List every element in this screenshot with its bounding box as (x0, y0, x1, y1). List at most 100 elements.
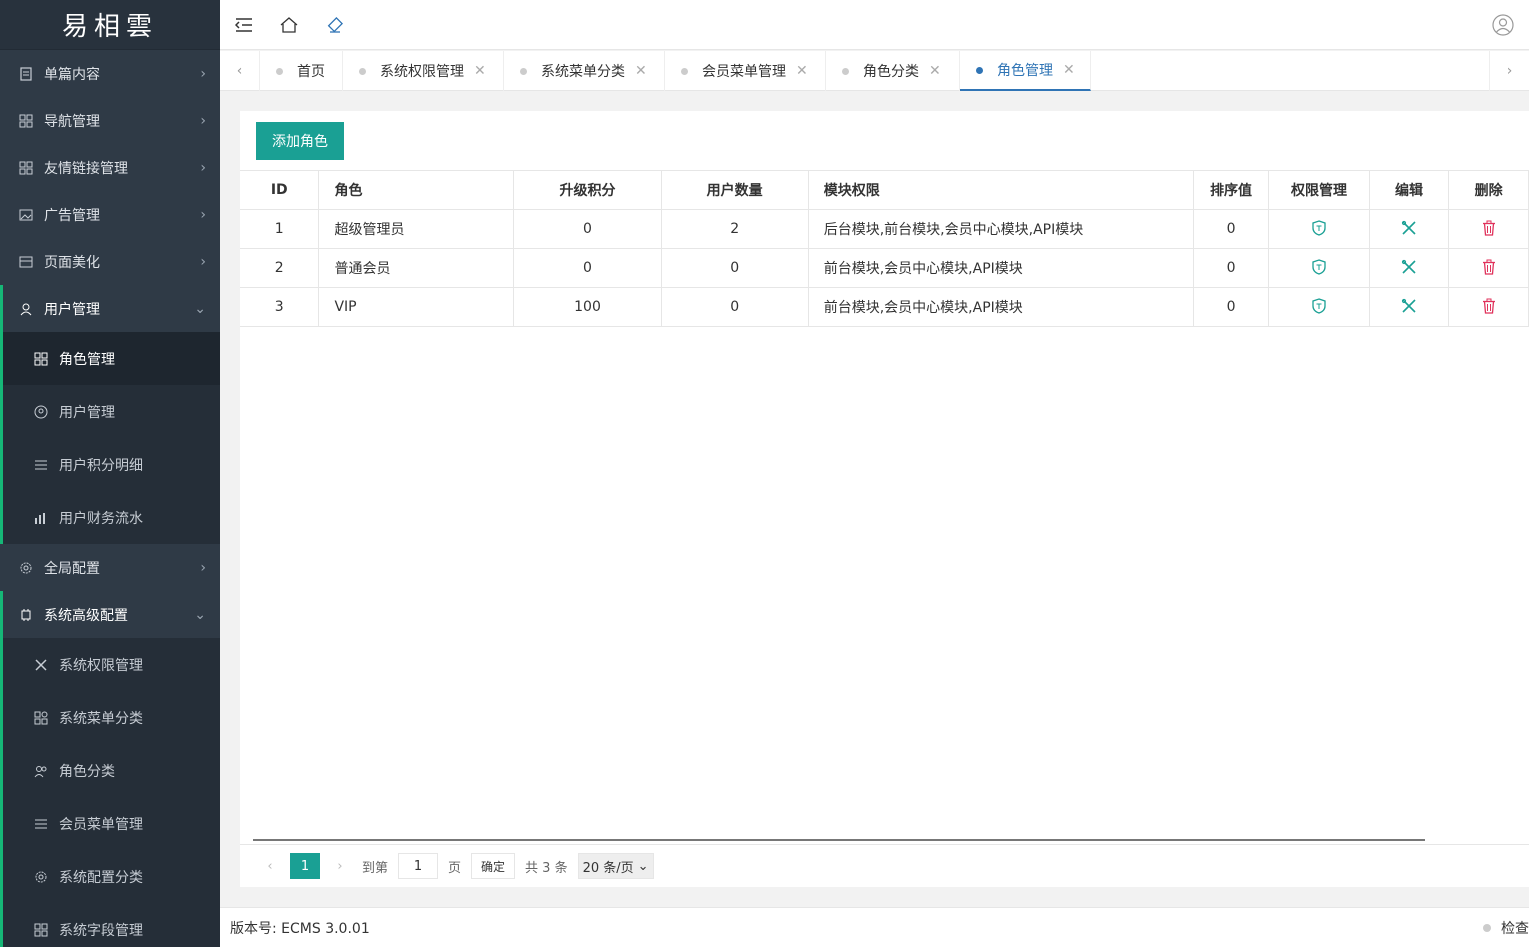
sidebar-item-label: 角色分类 (59, 763, 115, 780)
sidebar-item-friend-links[interactable]: 友情链接管理 › (0, 144, 220, 191)
tab-home[interactable]: 首页 (260, 51, 343, 91)
cell-role: 超级管理员 (318, 209, 515, 249)
sidebar-item-label: 导航管理 (44, 113, 100, 130)
add-role-button[interactable]: 添加角色 (256, 122, 344, 160)
tab-scroll-left-icon[interactable]: ‹ (220, 51, 260, 91)
confirm-button[interactable]: 确定 (471, 853, 516, 879)
status-dot (1483, 923, 1491, 932)
trash-icon[interactable] (1480, 219, 1498, 237)
shield-icon[interactable] (1310, 258, 1328, 276)
shield-icon[interactable] (1310, 219, 1328, 237)
tab-role-management[interactable]: 角色管理 ✕ (960, 51, 1091, 91)
edit-tools-icon[interactable] (1400, 219, 1418, 237)
sidebar-item-global-config[interactable]: 全局配置 › (0, 544, 220, 591)
user-icon (18, 301, 34, 317)
tab-label: 系统菜单分类 (541, 64, 625, 80)
cell-edit (1369, 248, 1450, 288)
sidebar-item-ads[interactable]: 广告管理 › (0, 191, 220, 238)
sidebar-item-config-category[interactable]: 系统配置分类 (3, 850, 220, 903)
cell-permission (1268, 209, 1370, 249)
sidebar-item-user-finance[interactable]: 用户财务流水 (3, 491, 220, 544)
cell-users: 0 (661, 248, 809, 288)
role-table: ID 角色 升级积分 用户数量 模块权限 排序值 权限管理 编辑 删除 1 超级… (240, 170, 1529, 327)
cell-users: 2 (661, 209, 809, 249)
sidebar-item-label: 角色管理 (59, 351, 115, 368)
current-page[interactable]: 1 (290, 853, 320, 879)
horizontal-scrollbar[interactable] (253, 839, 1425, 841)
table-row[interactable]: 1 超级管理员 0 2 后台模块,前台模块,会员中心模块,API模块 0 (240, 209, 1529, 249)
tab-scroll-right-icon[interactable]: › (1489, 51, 1529, 91)
content-card: 添加角色 ID 角色 升级积分 用户数量 模块权限 排序值 权限管理 编辑 删除… (240, 111, 1529, 887)
footer: 版本号: ECMS 3.0.01 检查 (220, 907, 1529, 947)
shield-icon[interactable] (1310, 297, 1328, 315)
cell-modules: 前台模块,会员中心模块,API模块 (808, 287, 1194, 327)
col-header[interactable]: 用户数量 (661, 170, 809, 210)
user-avatar-icon[interactable] (1491, 13, 1515, 37)
sidebar-item-label: 用户管理 (59, 404, 115, 421)
chevron-right-icon: › (200, 559, 206, 576)
sidebar-item-role-category[interactable]: 角色分类 (3, 744, 220, 797)
next-page-icon[interactable]: › (328, 859, 352, 874)
sidebar-item-users[interactable]: 用户管理 (3, 385, 220, 438)
home-icon[interactable] (277, 13, 301, 37)
col-header[interactable]: 排序值 (1193, 170, 1270, 210)
chevron-down-icon: ⌄ (194, 606, 206, 623)
sidebar-item-nav-management[interactable]: 导航管理 › (0, 97, 220, 144)
col-header[interactable]: 角色 (318, 170, 515, 210)
tab-label: 系统权限管理 (380, 64, 464, 80)
close-icon[interactable]: ✕ (1063, 62, 1075, 78)
grid-icon (18, 160, 34, 176)
sidebar-item-page-style[interactable]: 页面美化 › (0, 238, 220, 285)
close-icon[interactable]: ✕ (474, 63, 486, 79)
close-icon[interactable]: ✕ (929, 63, 941, 79)
trash-icon[interactable] (1480, 258, 1498, 276)
top-header (220, 0, 1529, 50)
col-header[interactable]: ID (240, 170, 320, 210)
sidebar-item-advanced-config[interactable]: 系统高级配置 ⌄ (0, 591, 220, 638)
goto-page-input[interactable] (398, 853, 439, 879)
tab-dot (520, 67, 527, 75)
table-row[interactable]: 3 VIP 100 0 前台模块,会员中心模块,API模块 0 (240, 287, 1529, 327)
sidebar-item-user-points[interactable]: 用户积分明细 (3, 438, 220, 491)
sidebar-item-user-management[interactable]: 用户管理 ⌄ (0, 285, 220, 332)
col-header[interactable]: 升级积分 (513, 170, 662, 210)
edit-tools-icon[interactable] (1400, 258, 1418, 276)
cell-permission (1268, 248, 1370, 288)
clear-cache-icon[interactable] (323, 13, 347, 37)
tab-system-permissions[interactable]: 系统权限管理 ✕ (343, 51, 504, 91)
grid-icon (33, 351, 49, 367)
menu-toggle-icon[interactable] (232, 13, 256, 37)
tab-member-menu[interactable]: 会员菜单管理 ✕ (665, 51, 826, 91)
table-row[interactable]: 2 普通会员 0 0 前台模块,会员中心模块,API模块 0 (240, 248, 1529, 288)
trash-icon[interactable] (1480, 297, 1498, 315)
tab-label: 会员菜单管理 (702, 64, 786, 80)
edit-tools-icon[interactable] (1400, 297, 1418, 315)
layout-icon (18, 254, 34, 270)
cell-permission (1268, 287, 1370, 327)
sidebar-item-label: 会员菜单管理 (59, 816, 143, 833)
close-icon[interactable]: ✕ (796, 63, 808, 79)
prev-page-icon[interactable]: ‹ (258, 859, 282, 874)
sidebar-item-single-content[interactable]: 单篇内容 › (0, 50, 220, 97)
tab-role-category[interactable]: 角色分类 ✕ (826, 51, 960, 91)
chip-icon (18, 607, 34, 623)
sidebar-item-system-menu-category[interactable]: 系统菜单分类 (3, 691, 220, 744)
apps-icon (33, 710, 49, 726)
sidebar-item-role-management[interactable]: 角色管理 (3, 332, 220, 385)
sidebar-item-system-permissions[interactable]: 系统权限管理 (3, 638, 220, 691)
list-icon (33, 457, 49, 473)
chevron-down-icon: ⌄ (194, 300, 206, 317)
col-header: 编辑 (1369, 170, 1450, 210)
per-page-select[interactable]: 20 条/页 ⌄ (577, 853, 654, 879)
tab-system-menu-category[interactable]: 系统菜单分类 ✕ (504, 51, 665, 91)
check-update-link[interactable]: 检查 (1501, 918, 1529, 938)
col-header[interactable]: 模块权限 (808, 170, 1194, 210)
sidebar-item-member-menu[interactable]: 会员菜单管理 (3, 797, 220, 850)
chevron-right-icon: › (200, 112, 206, 129)
sidebar-item-label: 系统高级配置 (44, 607, 128, 624)
grid-icon (33, 922, 49, 938)
close-icon[interactable]: ✕ (635, 63, 647, 79)
col-header: 权限管理 (1268, 170, 1370, 210)
sidebar-item-label: 友情链接管理 (44, 160, 128, 177)
sidebar-item-field-management[interactable]: 系统字段管理 (3, 903, 220, 947)
